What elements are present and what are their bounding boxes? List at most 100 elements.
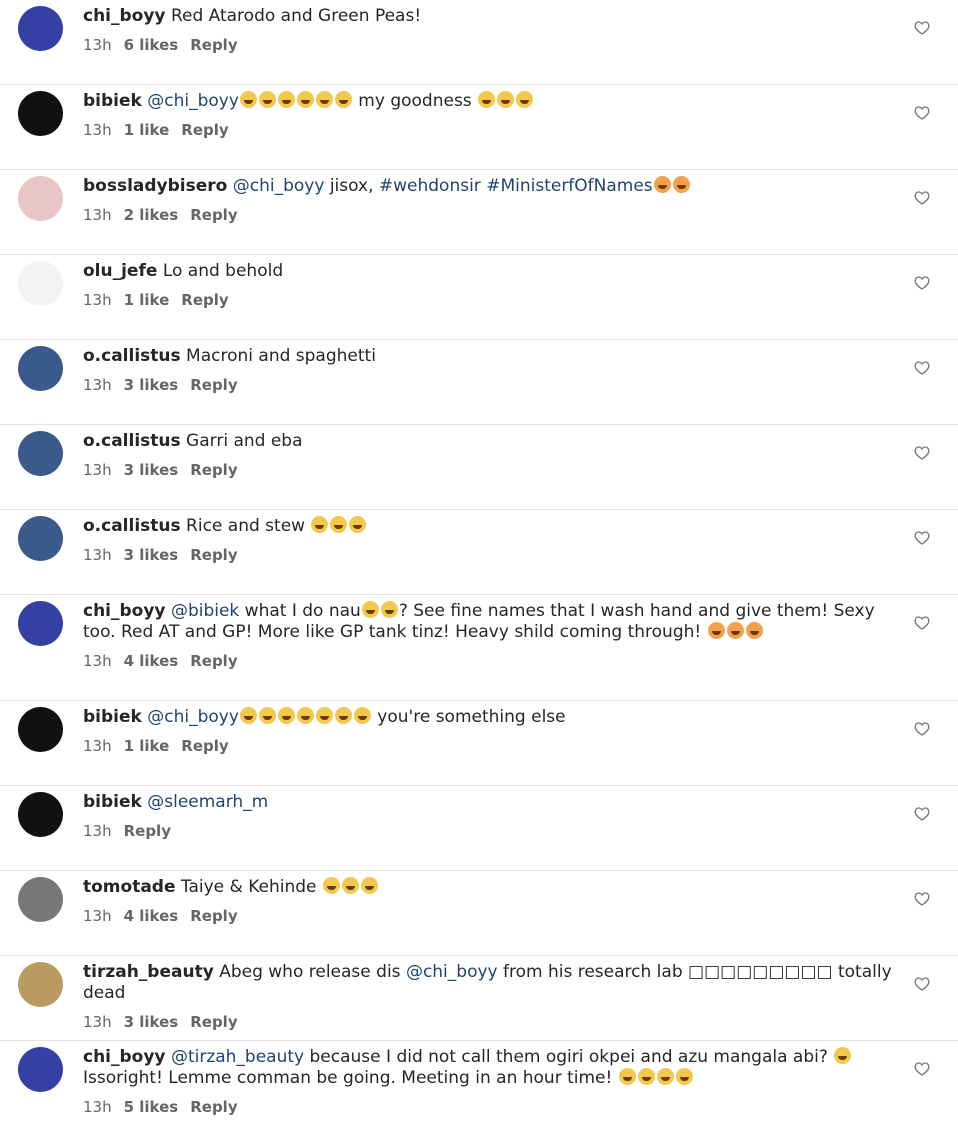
likes-count[interactable]: 3 likes <box>124 1013 179 1031</box>
comment-meta: 13h 1 like Reply <box>83 290 898 311</box>
laughing-emoji-icon <box>341 877 359 894</box>
likes-count[interactable]: 5 likes <box>124 1098 179 1116</box>
likes-count[interactable]: 3 likes <box>124 546 179 564</box>
comment-row: bibiek @chi_boyy my goodness 13h 1 like Re… <box>0 85 958 170</box>
reply-button[interactable]: Reply <box>190 546 237 564</box>
comment-row: bossladybisero @chi_boyy jisox, #wehdons… <box>0 170 958 255</box>
likes-count[interactable]: 2 likes <box>124 206 179 224</box>
mention-link[interactable]: @sleemarh_m <box>147 792 268 812</box>
heart-icon[interactable] <box>914 806 930 822</box>
mention-link[interactable]: @chi_boyy <box>406 962 498 982</box>
timestamp: 13h <box>83 36 112 54</box>
comment-meta: 13h 3 likes Reply <box>83 460 898 481</box>
reply-button[interactable]: Reply <box>181 737 228 755</box>
reply-button[interactable]: Reply <box>190 907 237 925</box>
mention-link[interactable]: @bibiek <box>171 601 239 621</box>
comment-meta: 13h 1 like Reply <box>83 120 898 141</box>
reply-button[interactable]: Reply <box>181 121 228 139</box>
comment-text: Macroni and spaghetti <box>186 346 376 366</box>
heart-icon[interactable] <box>914 721 930 737</box>
laughing-emoji-icon <box>360 877 378 894</box>
username[interactable]: chi_boyy <box>83 1047 166 1067</box>
likes-count[interactable]: 1 like <box>124 121 170 139</box>
avatar[interactable] <box>18 601 63 646</box>
smirk-emoji-icon <box>380 601 398 618</box>
avatar[interactable] <box>18 261 63 306</box>
avatar[interactable] <box>18 877 63 922</box>
laughing-emoji-icon <box>353 707 371 724</box>
reply-button[interactable]: Reply <box>190 206 237 224</box>
heart-icon[interactable] <box>914 530 930 546</box>
avatar[interactable] <box>18 6 63 51</box>
comment-meta: 13h 4 likes Reply <box>83 906 898 927</box>
likes-count[interactable]: 6 likes <box>124 36 179 54</box>
heart-icon[interactable] <box>914 360 930 376</box>
reply-button[interactable]: Reply <box>190 652 237 670</box>
username[interactable]: o.callistus <box>83 516 181 536</box>
heart-icon[interactable] <box>914 976 930 992</box>
reply-button[interactable]: Reply <box>181 291 228 309</box>
heart-icon[interactable] <box>914 190 930 206</box>
comment-body: o.callistus Macroni and spaghetti 13h 3 li… <box>83 346 898 396</box>
reply-button[interactable]: Reply <box>190 461 237 479</box>
username[interactable]: chi_boyy <box>83 6 166 26</box>
username[interactable]: tomotade <box>83 877 176 897</box>
username[interactable]: bibiek <box>83 792 142 812</box>
username[interactable]: bibiek <box>83 707 142 727</box>
avatar[interactable] <box>18 707 63 752</box>
heart-icon[interactable] <box>914 445 930 461</box>
reply-button[interactable]: Reply <box>190 1098 237 1116</box>
username[interactable]: olu_jefe <box>83 261 157 281</box>
avatar[interactable] <box>18 91 63 136</box>
comment-body: o.callistus Rice and stew 13h 3 likes Repl… <box>83 516 898 566</box>
comment-text: Taiye & Kehinde <box>180 877 322 897</box>
username[interactable]: bossladybisero <box>83 176 227 196</box>
comment-body: bibiek @sleemarh_m 13h Reply <box>83 792 898 842</box>
likes-count[interactable]: 3 likes <box>124 376 179 394</box>
username[interactable]: bibiek <box>83 91 142 111</box>
reply-button[interactable]: Reply <box>190 376 237 394</box>
avatar[interactable] <box>18 1047 63 1092</box>
reply-button[interactable]: Reply <box>124 822 171 840</box>
username[interactable]: o.callistus <box>83 346 181 366</box>
timestamp: 13h <box>83 291 112 309</box>
mention-link[interactable]: #MinisterfOfNames <box>486 176 652 196</box>
heart-icon[interactable] <box>914 1061 930 1077</box>
username[interactable]: chi_boyy <box>83 601 166 621</box>
avatar[interactable] <box>18 792 63 837</box>
heart-icon[interactable] <box>914 615 930 631</box>
laughing-emoji-icon <box>497 91 515 108</box>
avatar[interactable] <box>18 962 63 1007</box>
comment-row: o.callistus Garri and eba 13h 3 likes Reply <box>0 425 958 510</box>
mention-link[interactable]: @chi_boyy <box>147 91 239 111</box>
smirk-emoji-icon <box>834 1047 852 1064</box>
laughing-emoji-icon <box>296 91 314 108</box>
laughing-emoji-icon <box>239 91 257 108</box>
heart-icon[interactable] <box>914 891 930 907</box>
comment-body: bibiek @chi_boyy you're something else 13… <box>83 707 898 757</box>
reply-button[interactable]: Reply <box>190 36 237 54</box>
facepalm-emoji-icon <box>653 176 671 193</box>
username[interactable]: o.callistus <box>83 431 181 451</box>
heart-icon[interactable] <box>914 105 930 121</box>
likes-count[interactable]: 1 like <box>124 291 170 309</box>
avatar[interactable] <box>18 516 63 561</box>
likes-count[interactable]: 1 like <box>124 737 170 755</box>
username[interactable]: tirzah_beauty <box>83 962 214 982</box>
mention-link[interactable]: @tirzah_beauty <box>171 1047 304 1067</box>
mention-link[interactable]: @chi_boyy <box>147 707 239 727</box>
reply-button[interactable]: Reply <box>190 1013 237 1031</box>
laughing-emoji-icon <box>675 1068 693 1085</box>
heart-icon[interactable] <box>914 20 930 36</box>
avatar[interactable] <box>18 176 63 221</box>
comment-text: Garri and eba <box>186 431 303 451</box>
avatar[interactable] <box>18 431 63 476</box>
likes-count[interactable]: 4 likes <box>124 907 179 925</box>
mention-link[interactable]: #wehdonsir <box>379 176 481 196</box>
mention-link[interactable]: @chi_boyy <box>233 176 325 196</box>
avatar[interactable] <box>18 346 63 391</box>
likes-count[interactable]: 4 likes <box>124 652 179 670</box>
likes-count[interactable]: 3 likes <box>124 461 179 479</box>
heart-icon[interactable] <box>914 275 930 291</box>
comment-meta: 13h 3 likes Reply <box>83 545 898 566</box>
